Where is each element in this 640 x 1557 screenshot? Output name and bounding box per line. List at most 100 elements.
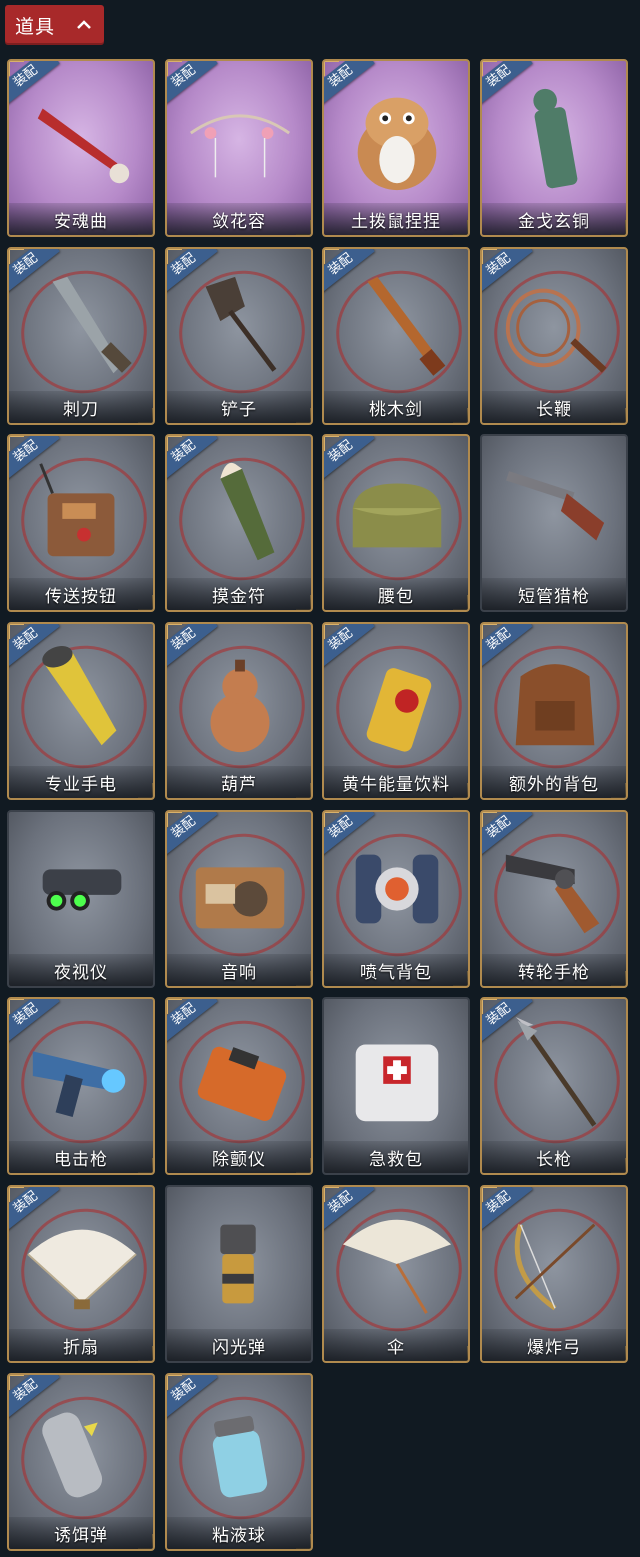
item-label-band: 转轮手枪 <box>482 954 626 986</box>
item-label-band: 刺刀 <box>9 391 153 423</box>
item-label-band: 长鞭 <box>482 391 626 423</box>
item-art-icon <box>515 1017 597 1127</box>
item-label-band: 夜视仪 <box>9 954 153 986</box>
item-name: 刺刀 <box>63 399 99 420</box>
item-name: 夜视仪 <box>54 962 108 983</box>
item-art-icon <box>42 646 117 746</box>
item-label-band: 摸金符 <box>167 578 311 610</box>
item-art-icon <box>37 108 130 184</box>
item-card[interactable]: 装配 折扇 <box>7 1185 155 1363</box>
item-card[interactable]: 装配 诱饵弹 <box>7 1373 155 1551</box>
item-card[interactable]: 装配 摸金符 <box>165 434 313 612</box>
item-art-icon <box>352 483 442 548</box>
item-label-band: 诱饵弹 <box>9 1517 153 1549</box>
item-label-band: 急救包 <box>324 1141 468 1173</box>
item-art-icon <box>367 276 446 376</box>
item-card[interactable]: 装配 土拨鼠捏捏 <box>322 59 470 237</box>
item-name: 葫芦 <box>221 774 257 795</box>
item-label-band: 额外的背包 <box>482 766 626 798</box>
item-card[interactable]: 装配 长枪 <box>480 997 628 1175</box>
item-card[interactable]: 装配 除颤仪 <box>165 997 313 1175</box>
item-label-band: 土拨鼠捏捏 <box>324 203 468 235</box>
item-label-band: 折扇 <box>9 1329 153 1361</box>
item-name: 长枪 <box>536 1149 572 1170</box>
item-card[interactable]: 装配 黄牛能量饮料 <box>322 622 470 800</box>
item-card[interactable]: 装配 音响 <box>165 810 313 988</box>
item-label-band: 传送按钮 <box>9 578 153 610</box>
item-card[interactable]: 装配 腰包 <box>322 434 470 612</box>
item-art-icon <box>505 471 605 541</box>
item-name: 除颤仪 <box>212 1149 266 1170</box>
item-label-band: 除颤仪 <box>167 1141 311 1173</box>
item-card[interactable]: 装配 桃木剑 <box>322 247 470 425</box>
item-art-icon <box>355 854 439 924</box>
item-card[interactable]: 装配 铲子 <box>165 247 313 425</box>
item-art-icon <box>505 854 600 934</box>
item-art-icon <box>197 1046 287 1121</box>
item-name: 铲子 <box>221 399 257 420</box>
item-label-band: 音响 <box>167 954 311 986</box>
item-name: 腰包 <box>378 586 414 607</box>
item-card[interactable]: 装配 传送按钮 <box>7 434 155 612</box>
item-card[interactable]: 装配 葫芦 <box>165 622 313 800</box>
item-card[interactable]: 装配 电击枪 <box>7 997 155 1175</box>
item-card[interactable]: 夜视仪 <box>7 810 155 988</box>
item-name: 伞 <box>387 1337 405 1358</box>
item-art-icon <box>52 276 132 374</box>
item-card[interactable]: 短管猎枪 <box>480 434 628 612</box>
item-art-icon <box>342 1219 452 1314</box>
item-label-band: 伞 <box>324 1329 468 1361</box>
item-name: 爆炸弓 <box>527 1337 581 1358</box>
item-card[interactable]: 装配 安魂曲 <box>7 59 155 237</box>
item-name: 传送按钮 <box>45 586 117 607</box>
item-name: 急救包 <box>369 1149 423 1170</box>
item-art-icon <box>205 276 277 372</box>
item-art-icon <box>212 1415 268 1498</box>
item-name: 专业手电 <box>45 774 117 795</box>
item-label-band: 葫芦 <box>167 766 311 798</box>
item-label-band: 长枪 <box>482 1141 626 1173</box>
item-card[interactable]: 装配 爆炸弓 <box>480 1185 628 1363</box>
item-label-band: 爆炸弓 <box>482 1329 626 1361</box>
item-label-band: 专业手电 <box>9 766 153 798</box>
item-card[interactable]: 装配 金戈玄铜 <box>480 59 628 237</box>
item-card[interactable]: 装配 粘液球 <box>165 1373 313 1551</box>
item-art-icon <box>355 1044 439 1122</box>
item-label-band: 铲子 <box>167 391 311 423</box>
item-name: 土拨鼠捏捏 <box>351 211 441 232</box>
item-art-icon <box>515 664 595 746</box>
item-name: 额外的背包 <box>509 774 599 795</box>
item-name: 折扇 <box>63 1337 99 1358</box>
item-name: 诱饵弹 <box>54 1525 108 1546</box>
item-name: 安魂曲 <box>54 211 108 232</box>
item-card[interactable]: 装配 转轮手枪 <box>480 810 628 988</box>
item-art-icon <box>27 1229 137 1310</box>
item-label-band: 粘液球 <box>167 1517 311 1549</box>
item-card[interactable]: 装配 长鞭 <box>480 247 628 425</box>
item-art-icon <box>533 88 578 189</box>
item-art-icon <box>210 659 270 753</box>
item-art-icon <box>505 288 607 373</box>
item-art-icon <box>366 668 432 752</box>
item-art-icon <box>39 463 115 557</box>
item-card[interactable]: 装配 刺刀 <box>7 247 155 425</box>
item-card[interactable]: 装配伞 <box>322 1185 470 1363</box>
item-name: 闪光弹 <box>212 1337 266 1358</box>
item-card[interactable]: 装配 敛花容 <box>165 59 313 237</box>
item-label-band: 腰包 <box>324 578 468 610</box>
item-name: 喷气背包 <box>360 962 432 983</box>
item-card[interactable]: 闪光弹 <box>165 1185 313 1363</box>
item-art-icon <box>195 867 285 929</box>
item-name: 桃木剑 <box>369 399 423 420</box>
item-art-icon <box>220 462 275 561</box>
item-card[interactable]: 装配 额外的背包 <box>480 622 628 800</box>
item-card[interactable]: 装配 喷气背包 <box>322 810 470 988</box>
item-name: 金戈玄铜 <box>518 211 590 232</box>
item-art-icon <box>42 869 122 911</box>
item-name: 摸金符 <box>212 586 266 607</box>
item-card[interactable]: 装配 专业手电 <box>7 622 155 800</box>
item-card[interactable]: 急救包 <box>322 997 470 1175</box>
item-name: 粘液球 <box>212 1525 266 1546</box>
item-label-band: 敛花容 <box>167 203 311 235</box>
item-art-icon <box>189 114 291 178</box>
